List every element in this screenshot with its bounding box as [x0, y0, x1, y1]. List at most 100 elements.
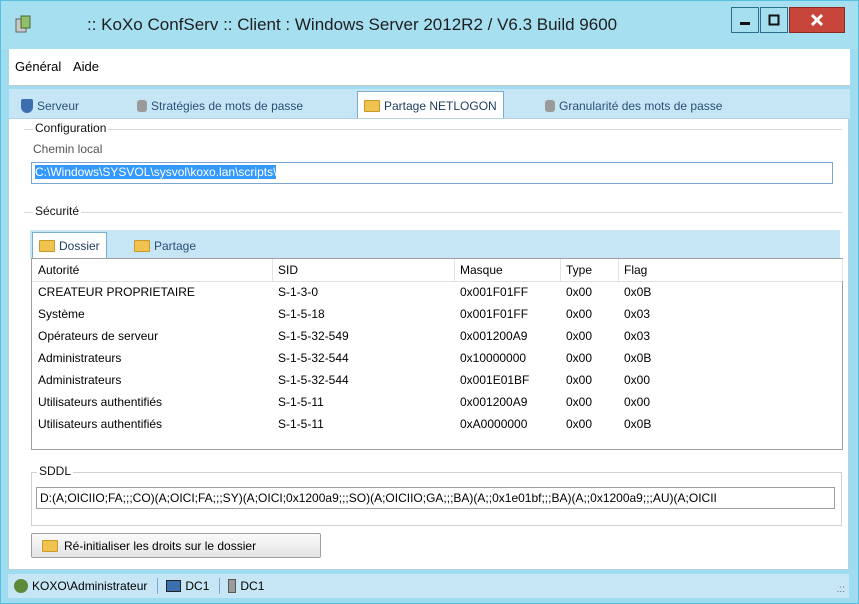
- cell-type: 0x00: [566, 417, 593, 431]
- table-row[interactable]: Système S-1-5-18 0x001F01FF 0x00 0x03: [32, 303, 842, 325]
- cell-autorite: Utilisateurs authentifiés: [38, 417, 163, 431]
- cell-sid: S-1-3-0: [278, 285, 319, 299]
- tab-label: Partage: [154, 239, 197, 253]
- table-row[interactable]: Administrateurs S-1-5-32-544 0x001E01BF …: [32, 369, 842, 391]
- status-user-label: KOXO\Administrateur: [32, 579, 148, 593]
- cell-sid: S-1-5-32-549: [278, 329, 349, 343]
- close-button[interactable]: [789, 7, 845, 33]
- chemin-local-label: Chemin local: [33, 142, 103, 156]
- cell-flag: 0x00: [624, 395, 651, 409]
- cell-masque: 0x001E01BF: [460, 373, 530, 387]
- minimize-icon: [740, 22, 750, 25]
- folder-icon: [364, 99, 380, 112]
- tab-strategies-mots-de-passe[interactable]: Stratégies de mots de passe: [137, 94, 303, 118]
- table-row[interactable]: Opérateurs de serveur S-1-5-32-549 0x001…: [32, 325, 842, 347]
- reset-button-label: Ré-initialiser les droits sur le dossier: [64, 538, 257, 553]
- status-user: KOXO\Administrateur: [8, 579, 157, 593]
- lock-icon: [137, 100, 147, 112]
- cell-type: 0x00: [566, 351, 593, 365]
- column-sid[interactable]: SID: [272, 259, 455, 281]
- menu-aide[interactable]: Aide: [73, 59, 99, 74]
- cell-flag: 0x0B: [624, 285, 652, 299]
- cell-type: 0x00: [566, 307, 593, 321]
- cell-sid: S-1-5-11: [278, 395, 324, 409]
- cell-autorite: CREATEUR PROPRIETAIRE: [38, 285, 195, 299]
- column-flag[interactable]: Flag: [618, 259, 843, 281]
- status-dc: DC1: [166, 579, 219, 593]
- user-icon: [14, 579, 28, 593]
- cell-flag: 0x0B: [624, 417, 652, 431]
- cell-masque: 0x001200A9: [460, 395, 528, 409]
- cell-autorite: Utilisateurs authentifiés: [38, 395, 163, 409]
- shield-icon: [21, 99, 33, 113]
- lock-icon: [545, 100, 555, 112]
- tab-label: Stratégies de mots de passe: [151, 99, 304, 113]
- cell-masque: 0x10000000: [460, 351, 527, 365]
- column-autorite[interactable]: Autorité: [32, 259, 273, 281]
- configuration-title: Configuration: [33, 121, 109, 135]
- status-bar: KOXO\Administrateur DC1 DC1 .::: [8, 574, 849, 598]
- column-masque[interactable]: Masque: [454, 259, 561, 281]
- menu-general[interactable]: Général: [15, 59, 61, 74]
- folder-icon: [134, 240, 150, 252]
- cell-flag: 0x0B: [624, 351, 652, 365]
- cell-flag: 0x03: [624, 329, 651, 343]
- tab-label: Dossier: [59, 239, 100, 253]
- cell-flag: 0x03: [624, 307, 651, 321]
- config-group-line: [24, 129, 842, 130]
- securite-title: Sécurité: [33, 204, 82, 218]
- chemin-local-value: C:\Windows\SYSVOL\sysvol\koxo.lan\script…: [35, 165, 277, 179]
- main-tabs: Serveur Stratégies de mots de passe Part…: [9, 89, 850, 119]
- column-type[interactable]: Type: [560, 259, 619, 281]
- cell-sid: S-1-5-11: [278, 417, 324, 431]
- cell-sid: S-1-5-32-544: [278, 351, 349, 365]
- status-dc-label: DC1: [185, 579, 210, 593]
- cell-type: 0x00: [566, 373, 593, 387]
- sddl-field[interactable]: D:(A;OICIIO;FA;;;CO)(A;OICI;FA;;;SY)(A;O…: [36, 487, 835, 509]
- window-title: :: KoXo ConfServ :: Client : Windows Ser…: [87, 15, 618, 34]
- tab-granularite[interactable]: Granularité des mots de passe: [545, 94, 722, 118]
- app-icon: [15, 15, 31, 33]
- tab-label: Serveur: [37, 99, 80, 113]
- cell-sid: S-1-5-18: [278, 307, 325, 321]
- acl-header: Autorité SID Masque Type Flag: [32, 259, 843, 282]
- cell-autorite: Administrateurs: [38, 351, 122, 365]
- cell-type: 0x00: [566, 285, 593, 299]
- cell-autorite: Système: [38, 307, 85, 321]
- tab-dossier[interactable]: Dossier: [32, 232, 107, 259]
- server-icon: [228, 579, 237, 593]
- table-row[interactable]: Administrateurs S-1-5-32-544 0x10000000 …: [32, 347, 842, 369]
- cell-type: 0x00: [566, 329, 593, 343]
- cell-masque: 0xA0000000: [460, 417, 528, 431]
- cell-sid: S-1-5-32-544: [278, 373, 349, 387]
- table-row[interactable]: CREATEUR PROPRIETAIRE S-1-3-0 0x001F01FF…: [32, 281, 842, 303]
- securite-tabs: Dossier Partage: [30, 230, 840, 259]
- tab-label: Granularité des mots de passe: [559, 99, 723, 113]
- tab-partage[interactable]: Partage: [134, 234, 196, 258]
- reset-rights-button[interactable]: Ré-initialiser les droits sur le dossier: [31, 533, 321, 558]
- cell-masque: 0x001200A9: [460, 329, 528, 343]
- folder-icon: [39, 240, 55, 252]
- tab-partage-netlogon[interactable]: Partage NETLOGON: [357, 91, 504, 119]
- acl-list[interactable]: Autorité SID Masque Type Flag CREATEUR P…: [31, 258, 843, 450]
- menu-bar: Général Aide: [9, 49, 850, 86]
- minimize-button[interactable]: [731, 7, 759, 33]
- folder-icon: [42, 539, 58, 552]
- title-bar[interactable]: :: KoXo ConfServ :: Client : Windows Ser…: [1, 1, 858, 49]
- table-row[interactable]: Utilisateurs authentifiés S-1-5-11 0xA00…: [32, 413, 842, 435]
- tab-label: Partage NETLOGON: [384, 98, 497, 113]
- table-row[interactable]: Utilisateurs authentifiés S-1-5-11 0x001…: [32, 391, 842, 413]
- cell-masque: 0x001F01FF: [460, 307, 529, 321]
- status-server: DC1: [228, 579, 274, 593]
- sddl-title: SDDL: [37, 464, 74, 478]
- cell-masque: 0x001F01FF: [460, 285, 529, 299]
- status-separator: [219, 578, 221, 594]
- cell-autorite: Opérateurs de serveur: [38, 329, 159, 343]
- cell-flag: 0x00: [624, 373, 651, 387]
- resize-grip-icon[interactable]: .::: [837, 584, 845, 595]
- chemin-local-input[interactable]: C:\Windows\SYSVOL\sysvol\koxo.lan\script…: [31, 162, 833, 184]
- tab-serveur[interactable]: Serveur: [21, 94, 79, 118]
- status-server-label: DC1: [240, 579, 265, 593]
- cell-type: 0x00: [566, 395, 593, 409]
- maximize-button[interactable]: [760, 7, 788, 33]
